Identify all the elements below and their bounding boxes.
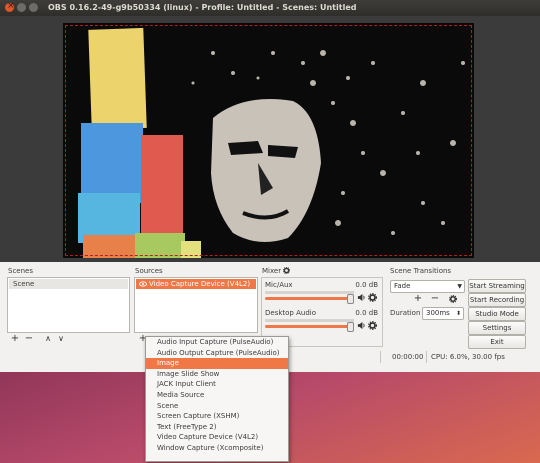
volume-meter [265, 291, 354, 294]
menu-item[interactable]: Audio Input Capture (PulseAudio) [146, 337, 288, 348]
transition-select[interactable]: Fade ▼ [390, 280, 465, 293]
add-transition-button[interactable]: + [413, 294, 423, 304]
cpu-fps-readout: CPU: 6.0%, 30.00 fps [431, 353, 505, 361]
menu-item[interactable]: Text (FreeType 2) [146, 422, 288, 433]
source-item[interactable]: Video Capture Device (V4L2) [136, 279, 256, 289]
mixer-channel-db: 0.0 dB [355, 281, 378, 289]
mixer-channel-name: Mic/Aux [265, 281, 293, 289]
move-scene-up-button[interactable]: ∧ [43, 334, 53, 344]
volume-slider-track[interactable] [265, 297, 350, 300]
maximize-window-button[interactable] [29, 3, 38, 12]
start-streaming-button[interactable]: Start Streaming [468, 279, 526, 293]
menu-item[interactable]: Screen Capture (XSHM) [146, 411, 288, 422]
channel-gear-icon[interactable] [368, 293, 377, 302]
sources-list[interactable]: Video Capture Device (V4L2) [134, 277, 258, 333]
status-divider [426, 351, 427, 363]
chevron-down-icon: ▼ [457, 283, 462, 290]
menu-item[interactable]: Window Capture (Xcomposite) [146, 443, 288, 454]
obs-main-window: OBS 0.16.2-49-g9b50334 (linux) - Profile… [0, 0, 540, 372]
duration-value: 300ms [426, 309, 450, 317]
status-divider [380, 351, 381, 363]
mixer-gear-icon[interactable] [283, 267, 290, 274]
remove-transition-button[interactable]: − [430, 294, 440, 304]
menu-item[interactable]: Video Capture Device (V4L2) [146, 432, 288, 443]
session-time: 00:00:00 [392, 353, 424, 361]
scene-item[interactable]: Scene [9, 279, 128, 289]
add-source-menu: Audio Input Capture (PulseAudio) Audio O… [145, 336, 289, 462]
remove-scene-button[interactable]: − [24, 334, 34, 344]
transition-gear-icon[interactable] [449, 295, 457, 303]
mixer-channel-name: Desktop Audio [265, 309, 316, 317]
menu-item[interactable]: Media Source [146, 390, 288, 401]
source-item-label: Video Capture Device (V4L2) [149, 280, 251, 288]
add-scene-button[interactable]: + [10, 334, 20, 344]
mixer-label: Mixer [262, 267, 282, 275]
speaker-icon[interactable] [357, 293, 366, 302]
minimize-window-button[interactable] [17, 3, 26, 12]
volume-slider-handle[interactable] [347, 322, 354, 332]
exit-button[interactable]: Exit [468, 335, 526, 349]
start-recording-button[interactable]: Start Recording [468, 293, 526, 307]
preview-canvas[interactable] [63, 23, 474, 258]
menu-item-highlighted[interactable]: Image [146, 358, 288, 369]
menu-item[interactable]: Audio Output Capture (PulseAudio) [146, 348, 288, 359]
volume-slider-track[interactable] [265, 325, 350, 328]
channel-gear-icon[interactable] [368, 321, 377, 330]
visibility-eye-icon[interactable] [139, 281, 147, 287]
sources-label: Sources [135, 267, 163, 275]
scenes-label: Scenes [8, 267, 33, 275]
speaker-icon[interactable] [357, 321, 366, 330]
preview-area [0, 16, 540, 262]
canvas-bounds [65, 25, 472, 256]
duration-spinbox[interactable]: 300ms ⬍ [422, 307, 464, 320]
scenes-list[interactable]: Scene [7, 277, 130, 333]
menu-item[interactable]: Scene [146, 401, 288, 412]
close-window-button[interactable] [5, 1, 15, 12]
spin-arrows-icon[interactable]: ⬍ [456, 308, 461, 319]
scene-transitions-label: Scene Transitions [390, 267, 452, 275]
menu-item[interactable]: Image Slide Show [146, 369, 288, 380]
duration-label: Duration [390, 309, 421, 317]
title-bar: OBS 0.16.2-49-g9b50334 (linux) - Profile… [0, 0, 540, 16]
move-scene-down-button[interactable]: ∨ [56, 334, 66, 344]
volume-meter [265, 319, 354, 322]
window-title: OBS 0.16.2-49-g9b50334 (linux) - Profile… [48, 3, 357, 12]
settings-button[interactable]: Settings [468, 321, 526, 335]
volume-slider-handle[interactable] [347, 294, 354, 304]
menu-item[interactable]: JACK Input Client [146, 379, 288, 390]
mixer-channel-db: 0.0 dB [355, 309, 378, 317]
studio-mode-button[interactable]: Studio Mode [468, 307, 526, 321]
transition-select-value: Fade [394, 282, 411, 290]
